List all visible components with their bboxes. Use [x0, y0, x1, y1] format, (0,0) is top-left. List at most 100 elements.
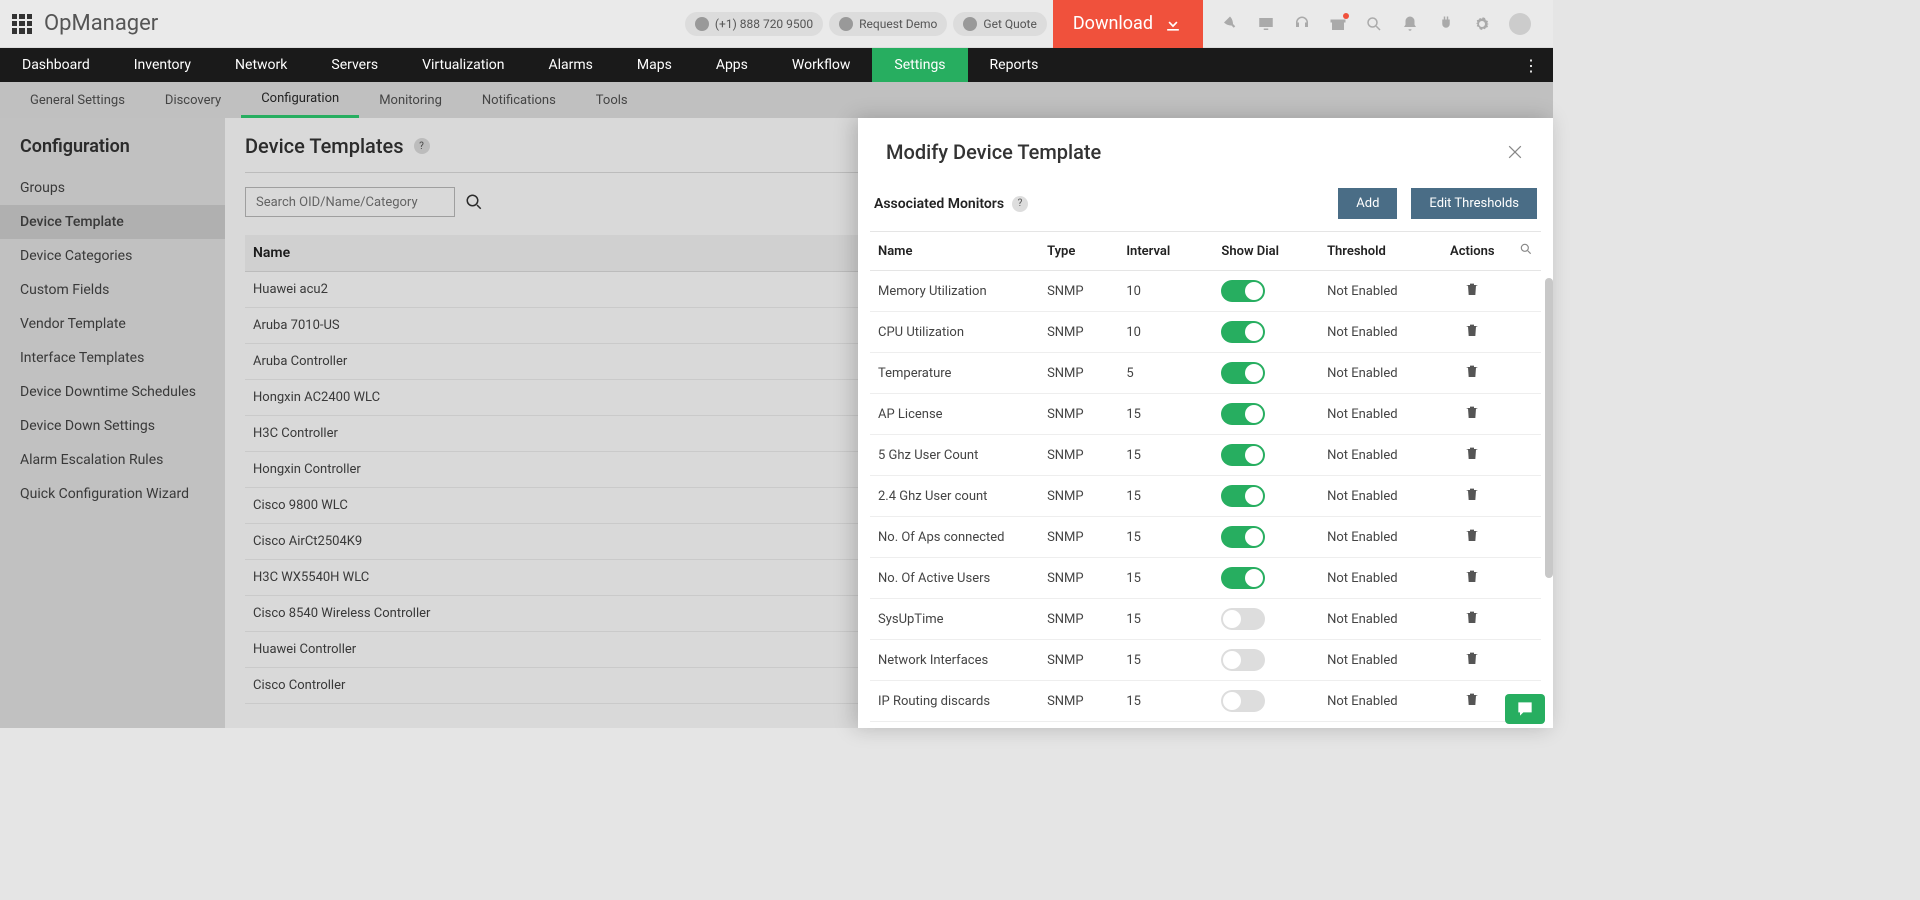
download-label: Download: [1073, 13, 1153, 34]
delete-icon[interactable]: [1464, 363, 1480, 379]
user-avatar[interactable]: [1509, 13, 1531, 35]
show-dial-toggle[interactable]: [1221, 280, 1265, 302]
show-dial-toggle[interactable]: [1221, 526, 1265, 548]
subnav-monitoring[interactable]: Monitoring: [359, 82, 462, 118]
download-icon: [1163, 14, 1183, 34]
rocket-icon[interactable]: [1221, 15, 1239, 33]
show-dial-toggle[interactable]: [1221, 690, 1265, 712]
nav-servers[interactable]: Servers: [309, 48, 400, 82]
mon-type: SNMP: [1039, 640, 1118, 681]
monitor-icon[interactable]: [1257, 15, 1275, 33]
mon-interval: 15: [1118, 558, 1213, 599]
show-dial-toggle[interactable]: [1221, 444, 1265, 466]
mon-col-actions[interactable]: Actions: [1435, 232, 1509, 271]
subnav-discovery[interactable]: Discovery: [145, 82, 241, 118]
nav-settings[interactable]: Settings: [872, 48, 967, 82]
show-dial-toggle[interactable]: [1221, 608, 1265, 630]
mon-col-showdial[interactable]: Show Dial: [1213, 232, 1319, 271]
subnav-tools[interactable]: Tools: [576, 82, 648, 118]
mon-name[interactable]: AP License: [870, 394, 1039, 435]
delete-icon[interactable]: [1464, 486, 1480, 502]
delete-icon[interactable]: [1464, 568, 1480, 584]
add-button[interactable]: Add: [1338, 188, 1397, 219]
mon-name[interactable]: 2.4 Ghz User count: [870, 476, 1039, 517]
mon-interval: 15: [1118, 435, 1213, 476]
mon-name[interactable]: No. Of Active Users: [870, 558, 1039, 599]
delete-icon[interactable]: [1464, 404, 1480, 420]
monitor-row: Memory UtilizationSNMP10Not Enabled: [870, 271, 1541, 312]
mon-name[interactable]: SysUpTime: [870, 599, 1039, 640]
nav-workflow[interactable]: Workflow: [770, 48, 873, 82]
nav-maps[interactable]: Maps: [615, 48, 694, 82]
show-dial-toggle[interactable]: [1221, 567, 1265, 589]
subnav-configuration[interactable]: Configuration: [241, 82, 359, 118]
mon-name[interactable]: IP Routing discards: [870, 681, 1039, 722]
show-dial-toggle[interactable]: [1221, 362, 1265, 384]
nav-dashboard[interactable]: Dashboard: [0, 48, 112, 82]
nav-inventory[interactable]: Inventory: [112, 48, 213, 82]
assoc-help-icon[interactable]: ?: [1012, 196, 1028, 212]
mon-name[interactable]: Memory Utilization: [870, 271, 1039, 312]
headset-icon[interactable]: [1293, 15, 1311, 33]
mon-interval: 10: [1118, 312, 1213, 353]
mon-threshold: Not Enabled: [1319, 640, 1435, 681]
search-icon[interactable]: [1365, 15, 1383, 33]
mon-interval: 15: [1118, 394, 1213, 435]
delete-icon[interactable]: [1464, 609, 1480, 625]
mon-type: SNMP: [1039, 517, 1118, 558]
mon-name[interactable]: No. Of Aps connected: [870, 517, 1039, 558]
subnav-notifications[interactable]: Notifications: [462, 82, 576, 118]
demo-icon: [839, 17, 853, 31]
close-icon[interactable]: [1505, 142, 1525, 162]
mon-name[interactable]: Temperature: [870, 353, 1039, 394]
mon-col-name[interactable]: Name: [870, 232, 1039, 271]
mon-col-interval[interactable]: Interval: [1118, 232, 1213, 271]
request-demo-pill[interactable]: Request Demo: [829, 12, 947, 36]
mon-name[interactable]: 5 Ghz User Count: [870, 435, 1039, 476]
bell-icon[interactable]: [1401, 15, 1419, 33]
mon-threshold: Not Enabled: [1319, 558, 1435, 599]
panel-title: Modify Device Template: [886, 140, 1505, 164]
nav-reports[interactable]: Reports: [968, 48, 1061, 82]
delete-icon[interactable]: [1464, 650, 1480, 666]
mon-col-type[interactable]: Type: [1039, 232, 1118, 271]
phone-pill[interactable]: (+1) 888 720 9500: [685, 12, 823, 36]
monitor-row: SysUpTimeSNMP15Not Enabled: [870, 599, 1541, 640]
logo[interactable]: OpManager: [44, 11, 158, 36]
nav-virtualization[interactable]: Virtualization: [400, 48, 526, 82]
delete-icon[interactable]: [1464, 281, 1480, 297]
nav-alarms[interactable]: Alarms: [526, 48, 614, 82]
nav-more-icon[interactable]: ⋮: [1509, 48, 1553, 82]
chat-button[interactable]: [1505, 694, 1545, 724]
get-quote-pill[interactable]: Get Quote: [953, 12, 1046, 36]
delete-icon[interactable]: [1464, 445, 1480, 461]
plug-icon[interactable]: [1437, 15, 1455, 33]
mon-type: SNMP: [1039, 271, 1118, 312]
table-search-icon[interactable]: [1519, 242, 1533, 256]
mon-threshold: Not Enabled: [1319, 435, 1435, 476]
subnav-general-settings[interactable]: General Settings: [10, 82, 145, 118]
apps-grid-icon[interactable]: [12, 14, 32, 34]
delete-icon[interactable]: [1464, 691, 1480, 707]
mon-col-threshold[interactable]: Threshold: [1319, 232, 1435, 271]
download-button[interactable]: Download: [1053, 0, 1203, 48]
mon-threshold: Not Enabled: [1319, 476, 1435, 517]
edit-thresholds-button[interactable]: Edit Thresholds: [1411, 188, 1537, 219]
show-dial-toggle[interactable]: [1221, 649, 1265, 671]
gift-icon[interactable]: [1329, 15, 1347, 33]
mon-threshold: Not Enabled: [1319, 353, 1435, 394]
delete-icon[interactable]: [1464, 322, 1480, 338]
mon-threshold: Not Enabled: [1319, 681, 1435, 722]
mon-threshold: Not Enabled: [1319, 599, 1435, 640]
nav-apps[interactable]: Apps: [694, 48, 770, 82]
mon-name[interactable]: CPU Utilization: [870, 312, 1039, 353]
mon-interval: 15: [1118, 599, 1213, 640]
gear-icon[interactable]: [1473, 15, 1491, 33]
show-dial-toggle[interactable]: [1221, 485, 1265, 507]
mon-type: SNMP: [1039, 312, 1118, 353]
nav-network[interactable]: Network: [213, 48, 309, 82]
delete-icon[interactable]: [1464, 527, 1480, 543]
show-dial-toggle[interactable]: [1221, 321, 1265, 343]
show-dial-toggle[interactable]: [1221, 403, 1265, 425]
mon-name[interactable]: Network Interfaces: [870, 640, 1039, 681]
